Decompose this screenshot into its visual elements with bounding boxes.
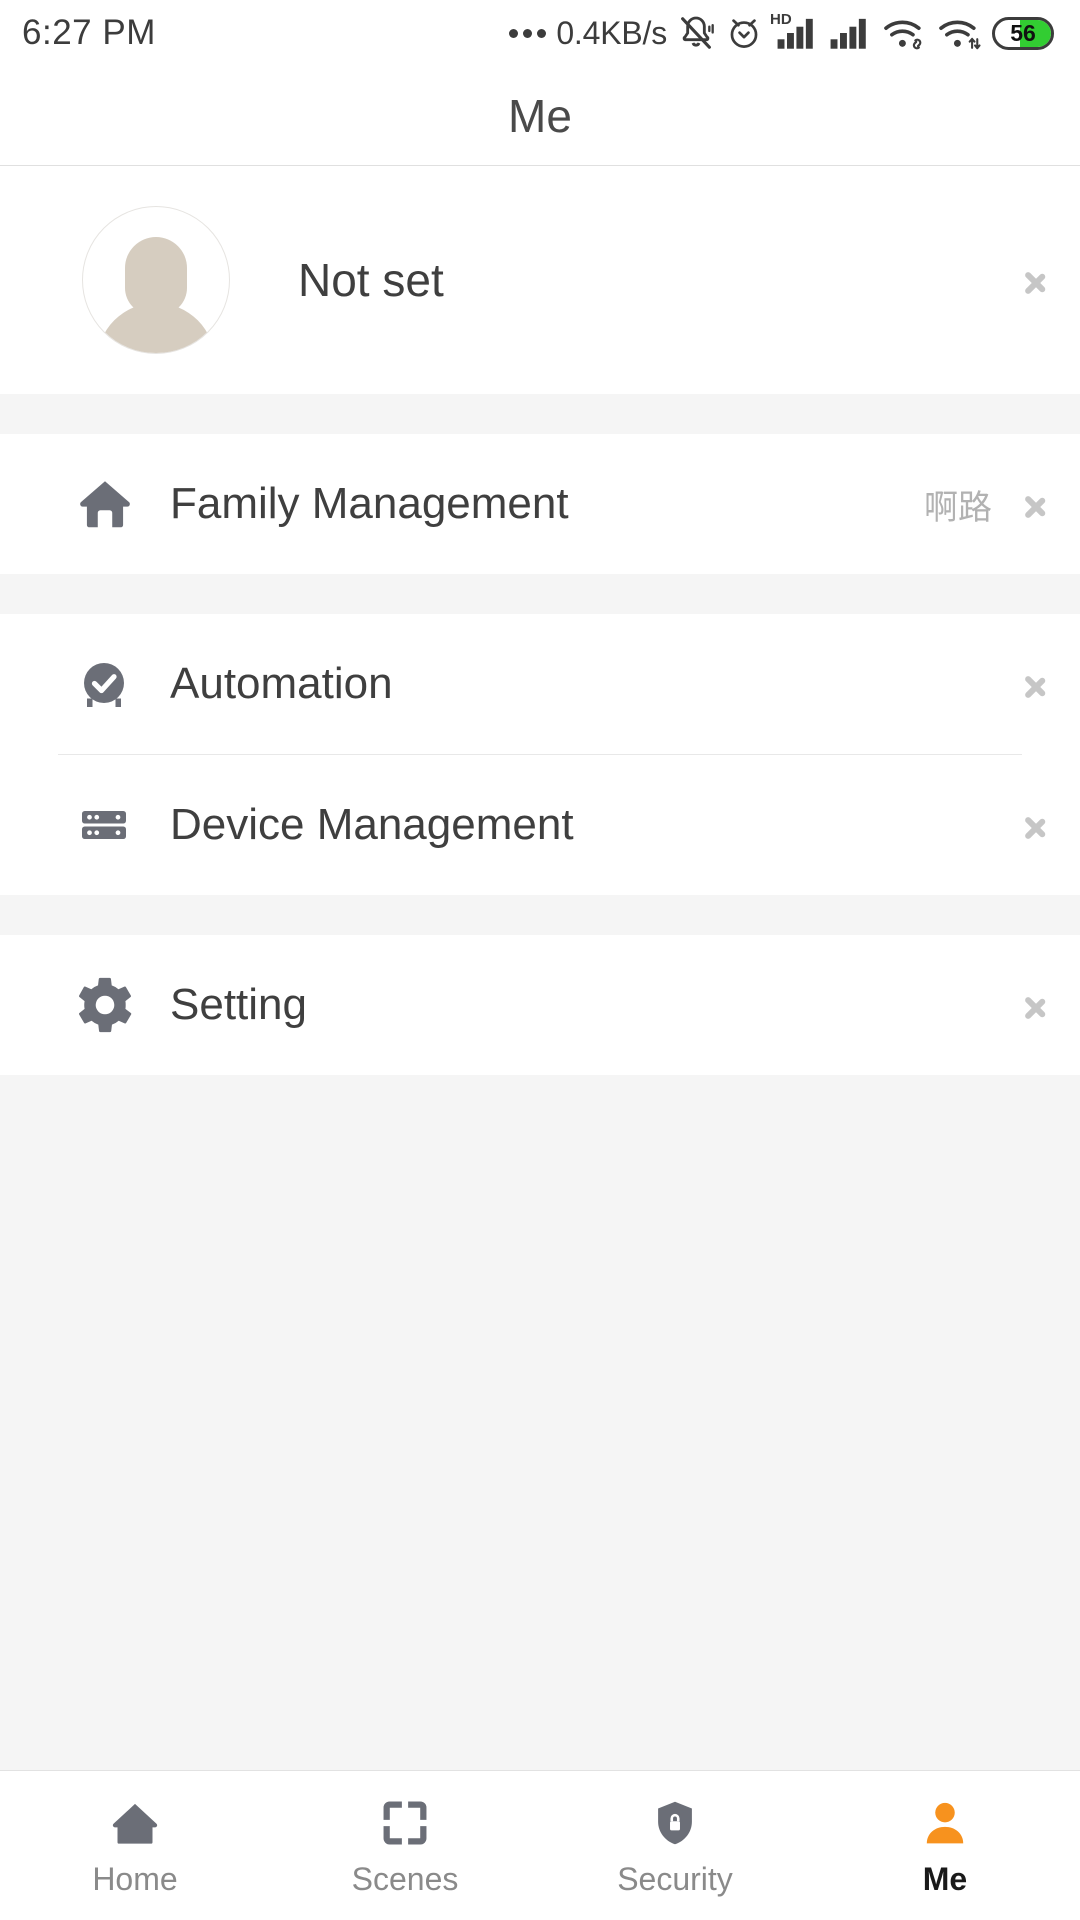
list-item-label: Family Management bbox=[170, 479, 569, 528]
section-devices: Automation Device Management bbox=[0, 614, 1080, 895]
chevron-right-icon bbox=[1024, 986, 1046, 1024]
nav-item-home[interactable]: Home bbox=[0, 1771, 270, 1920]
chevron-right-icon bbox=[1024, 485, 1046, 523]
chevron-right-icon bbox=[1024, 261, 1046, 299]
section-gap bbox=[0, 394, 1080, 434]
nav-item-label: Home bbox=[92, 1860, 178, 1897]
app-screen: 6:27 PM 0.4KB/s HD 56 Me Not set Family … bbox=[0, 0, 1080, 1920]
section-gap bbox=[0, 895, 1080, 935]
signal-bars-icon bbox=[829, 15, 873, 51]
avatar[interactable] bbox=[82, 206, 230, 354]
status-icons: 0.4KB/s HD 56 bbox=[509, 11, 1054, 53]
profile-name: Not set bbox=[298, 254, 444, 306]
battery-level: 56 bbox=[1010, 19, 1036, 46]
chevron-right-icon bbox=[1024, 665, 1046, 703]
check-circle-icon bbox=[74, 654, 146, 714]
gear-icon bbox=[74, 974, 146, 1036]
home-icon bbox=[74, 473, 146, 535]
wifi-link-icon bbox=[882, 14, 928, 52]
nav-item-scenes[interactable]: Scenes bbox=[270, 1771, 540, 1920]
section-setting: Setting bbox=[0, 935, 1080, 1075]
hd-signal-icon: HD bbox=[770, 11, 820, 51]
list-item-label: Device Management bbox=[170, 800, 574, 849]
nav-item-security[interactable]: Security bbox=[540, 1771, 810, 1920]
list-item-automation[interactable]: Automation bbox=[0, 614, 1080, 754]
nav-item-me[interactable]: Me bbox=[810, 1771, 1080, 1920]
list-item-family-management[interactable]: Family Management 啊路 bbox=[0, 434, 1080, 574]
chevron-right-icon bbox=[1024, 806, 1046, 844]
wifi-transfer-icon bbox=[937, 14, 983, 52]
home-nav-icon bbox=[107, 1797, 163, 1849]
hd-label: HD bbox=[770, 11, 792, 28]
list-item-value: 啊路 bbox=[924, 488, 992, 527]
content-filler bbox=[0, 1075, 1080, 1535]
section-gap bbox=[0, 574, 1080, 614]
list-item-device-management[interactable]: Device Management bbox=[0, 755, 1080, 895]
nav-item-label: Scenes bbox=[351, 1860, 459, 1897]
bottom-navigation: Home Scenes Security Me bbox=[0, 1770, 1080, 1920]
page-title: Me bbox=[508, 89, 572, 142]
nav-item-label: Me bbox=[922, 1860, 968, 1897]
list-item-label: Setting bbox=[170, 980, 307, 1029]
status-bar: 6:27 PM 0.4KB/s HD 56 bbox=[0, 0, 1080, 66]
scan-frame-icon bbox=[378, 1797, 432, 1849]
status-time: 6:27 PM bbox=[22, 13, 156, 52]
shield-lock-icon bbox=[649, 1797, 701, 1849]
title-bar: Me bbox=[0, 66, 1080, 166]
section-family: Family Management 啊路 bbox=[0, 434, 1080, 574]
server-rack-icon bbox=[74, 795, 146, 855]
person-icon bbox=[919, 1797, 971, 1849]
avatar-body bbox=[97, 303, 215, 353]
alarm-clock-icon bbox=[725, 14, 763, 52]
list-item-setting[interactable]: Setting bbox=[0, 935, 1080, 1075]
nav-item-label: Security bbox=[617, 1860, 733, 1897]
more-dots-icon bbox=[509, 28, 547, 38]
network-rate-text: 0.4KB/s bbox=[556, 14, 667, 51]
silent-bell-icon bbox=[676, 13, 716, 53]
list-item-label: Automation bbox=[170, 659, 393, 708]
profile-row[interactable]: Not set bbox=[0, 166, 1080, 394]
battery-icon: 56 bbox=[992, 16, 1054, 50]
